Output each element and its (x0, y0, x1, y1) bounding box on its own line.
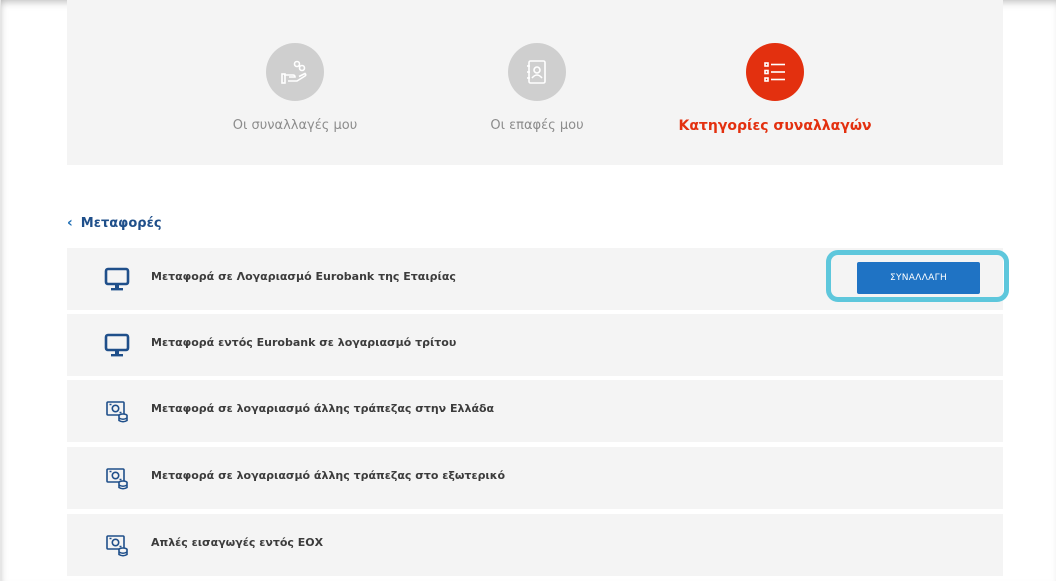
list-icon (746, 43, 804, 101)
breadcrumb[interactable]: ‹ Μεταφορές (67, 214, 162, 232)
list-item[interactable]: Απλές εισαγωγές εντός ΕΟΧ (67, 514, 1003, 576)
list-item-title: Μεταφορά σε λογαριασμό άλλης τράπεζας στ… (151, 469, 506, 482)
money-transfer-icon (103, 531, 131, 559)
money-transfer-icon (103, 464, 131, 492)
list-item[interactable]: Μεταφορά σε λογαριασμό άλλης τράπεζας στ… (67, 447, 1003, 509)
contacts-book-icon (508, 43, 566, 101)
list-item-title: Μεταφορά σε λογαριασμό άλλης τράπεζας στ… (151, 402, 495, 415)
hand-coins-icon (266, 43, 324, 101)
list-item-title: Απλές εισαγωγές εντός ΕΟΧ (151, 536, 324, 549)
tab-my-contacts[interactable]: Οι επαφές μου (427, 0, 647, 165)
breadcrumb-label: Μεταφορές (80, 215, 162, 231)
app-frame: Οι συναλλαγές μου Οι επαφές μου Κατηγορί… (0, 0, 1056, 581)
list-item-title: Μεταφορά σε Λογαριασμό Eurobank της Εται… (151, 270, 456, 283)
list-item[interactable]: Μεταφορά σε λογαριασμό άλλης τράπεζας στ… (67, 380, 1003, 442)
category-tabs: Οι συναλλαγές μου Οι επαφές μου Κατηγορί… (67, 0, 1003, 165)
tab-my-transactions[interactable]: Οι συναλλαγές μου (185, 0, 405, 165)
money-transfer-icon (103, 397, 131, 425)
tab-transaction-categories[interactable]: Κατηγορίες συναλλαγών (665, 0, 885, 165)
monitor-icon (103, 265, 131, 293)
tab-label: Οι συναλλαγές μου (232, 118, 358, 133)
tab-label: Κατηγορίες συναλλαγών (678, 118, 872, 134)
list-item[interactable]: Μεταφορά εντός Eurobank σε λογαριασμό τρ… (67, 314, 1003, 376)
tab-label: Οι επαφές μου (490, 118, 584, 133)
monitor-icon (103, 331, 131, 359)
chevron-left-icon: ‹ (67, 215, 73, 231)
list-item-title: Μεταφορά εντός Eurobank σε λογαριασμό τρ… (151, 336, 457, 349)
transaction-button[interactable]: ΣΥΝΑΛΛΑΓΗ (857, 262, 980, 294)
